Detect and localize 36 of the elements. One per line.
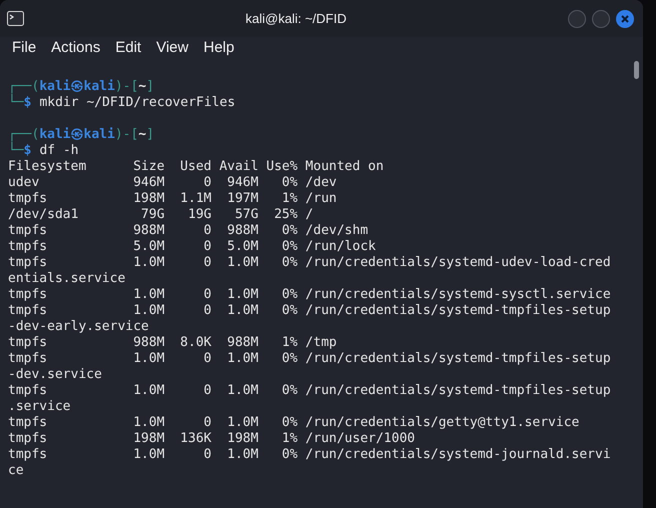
command-text: mkdir ~/DFID/recoverFiles <box>39 95 236 111</box>
prompt-symbol: └─$ <box>8 143 32 159</box>
output-line: tmpfs 988M 8.0K 988M 1% /tmp <box>8 335 337 351</box>
menu-item[interactable]: View <box>156 36 188 60</box>
output-line: tmpfs 988M 0 988M 0% /dev/shm <box>8 223 368 239</box>
prompt-header: ┌──(kali㉿kali)-[~] <box>8 79 154 94</box>
output-line: .service <box>8 399 71 415</box>
output-line: tmpfs 5.0M 0 5.0M 0% /run/lock <box>8 239 376 255</box>
output-line: tmpfs 1.0M 0 1.0M 0% /run/credentials/systemd-tmpfiles-setup <box>8 383 611 399</box>
output-line: tmpfs 1.0M 0 1.0M 0% /run/credentials/systemd-tmpfiles-setup <box>8 303 611 319</box>
terminal-icon[interactable] <box>7 11 24 26</box>
prompt-symbol: └─$ <box>8 95 32 111</box>
menu-item[interactable]: Help <box>203 36 234 60</box>
output-line: udev 946M 0 946M 0% /dev <box>8 175 337 191</box>
close-icon <box>621 14 629 22</box>
output-line: tmpfs 1.0M 0 1.0M 0% /run/credentials/systemd-tmpfiles-setup <box>8 351 611 367</box>
output-line: entials.service <box>8 271 126 287</box>
output-line: /dev/sda1 79G 19G 57G 25% / <box>8 207 314 223</box>
output-line: tmpfs 1.0M 0 1.0M 0% /run/credentials/getty@tty1.service <box>8 415 580 431</box>
output-line: tmpfs 1.0M 0 1.0M 0% /run/credentials/systemd-udev-load-cred <box>8 255 611 271</box>
output-line: tmpfs 1.0M 0 1.0M 0% /run/credentials/systemd-sysctl.service <box>8 287 611 303</box>
output-line: tmpfs 198M 136K 198M 1% /run/user/1000 <box>8 431 415 447</box>
scrollbar-thumb[interactable] <box>634 61 638 79</box>
output-line: ce <box>8 463 24 479</box>
command-text: df -h <box>39 143 79 159</box>
output-line: tmpfs 1.0M 0 1.0M 0% /run/credentials/systemd-journald.servi <box>8 447 611 463</box>
output-line: tmpfs 198M 1.1M 197M 1% /run <box>8 191 337 207</box>
output-line: -dev.service <box>8 367 102 383</box>
menu-item[interactable]: Edit <box>115 36 142 60</box>
menu-item[interactable]: Actions <box>51 36 100 60</box>
output-line: -dev-early.service <box>8 319 149 335</box>
close-button[interactable] <box>616 10 634 28</box>
menu-item[interactable]: File <box>12 36 36 60</box>
output-line: Filesystem Size Used Avail Use% Mounted on <box>8 159 384 175</box>
prompt-header: ┌──(kali㉿kali)-[~] <box>8 127 154 142</box>
window-title: kali@kali: ~/DFID <box>246 10 346 28</box>
